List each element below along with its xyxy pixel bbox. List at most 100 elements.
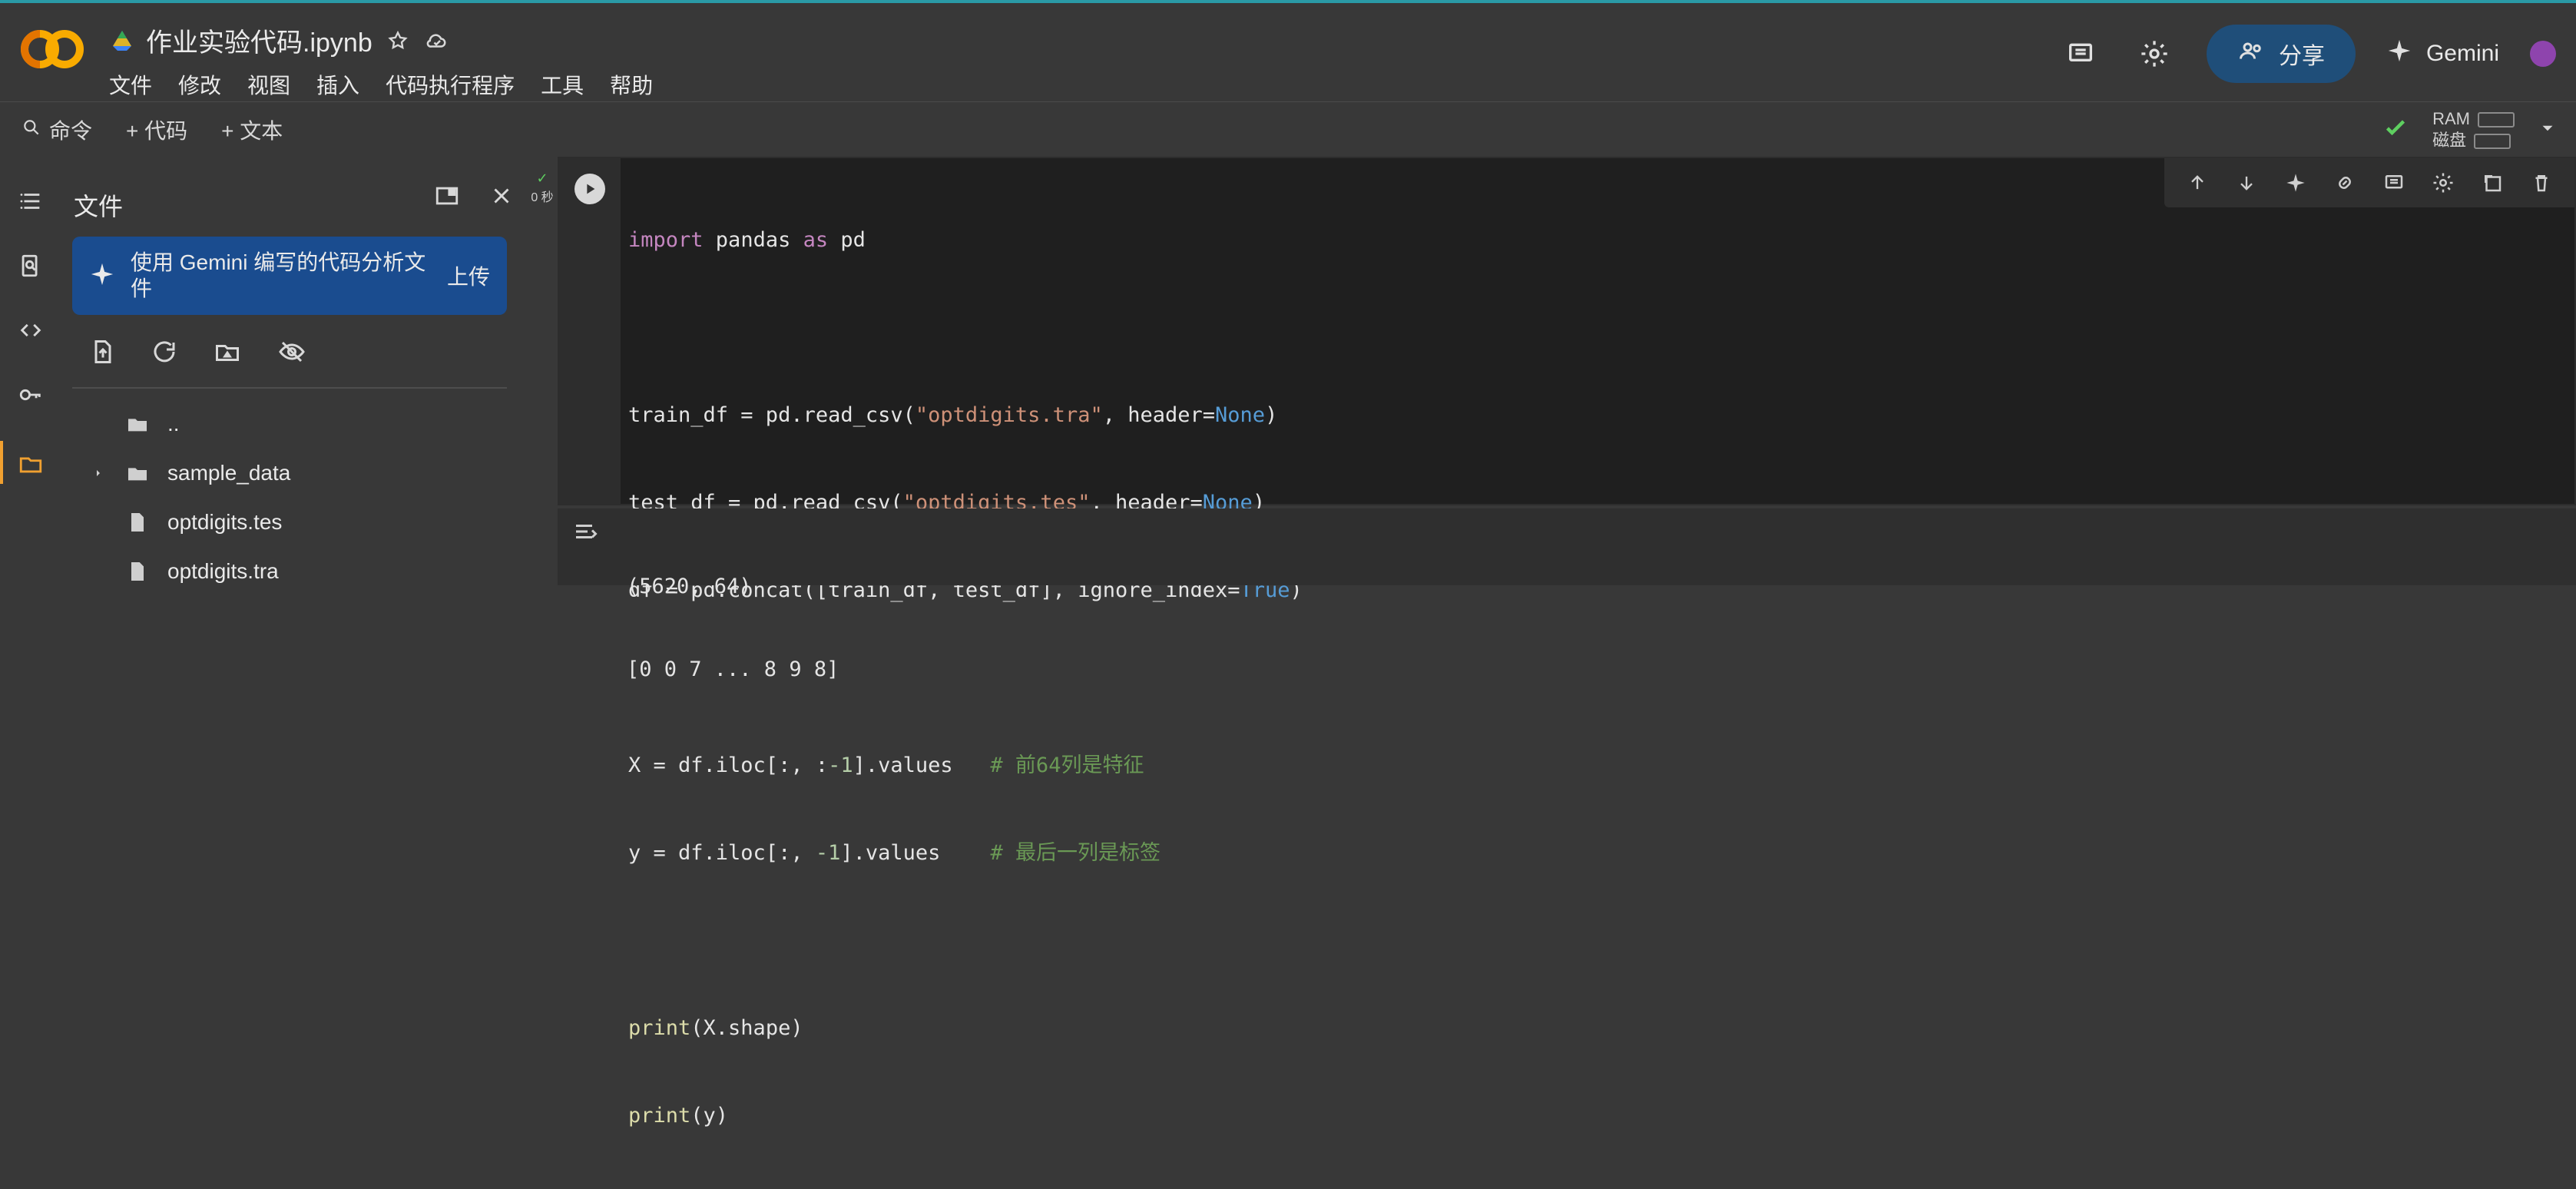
code-line: import pandas as pd (628, 228, 866, 252)
output-text: (5620, 64) [0 0 7 ... 8 9 8] (627, 518, 839, 739)
ram-label: RAM (2432, 109, 2470, 128)
tree-item-label: optdigits.tra (167, 559, 279, 583)
notebook-area: ✓ 0 秒 import pandas as pd train_df = pd.… (522, 157, 2576, 1128)
file-icon (121, 509, 154, 535)
code-line: X = df.iloc[:, :-1].values # 前64列是特征 (628, 753, 1144, 777)
gemini-card-text: 使用 Gemini 编写的代码分析文件 (131, 250, 426, 300)
tree-item-label: sample_data (167, 461, 291, 485)
folder-icon (121, 411, 154, 437)
chevron-down-icon[interactable] (2538, 118, 2558, 142)
code-line: train_df = pd.read_csv("optdigits.tra", … (628, 403, 1278, 427)
search-icon (22, 118, 41, 143)
run-column (559, 158, 621, 504)
delete-icon[interactable] (2528, 170, 2554, 196)
refresh-icon[interactable] (151, 338, 178, 369)
upload-button[interactable]: 上传 (447, 260, 490, 291)
gear-icon[interactable] (2133, 32, 2176, 75)
check-icon: ✓ (536, 171, 548, 186)
file-icon (121, 558, 154, 585)
menu-bar: 文件 修改 视图 插入 代码执行程序 工具 帮助 (109, 69, 653, 100)
ram-disk-indicator[interactable]: RAM 磁盘 (2432, 108, 2515, 151)
arrow-down-icon[interactable] (2233, 170, 2260, 196)
ram-bar (2478, 112, 2515, 128)
output-icon[interactable] (570, 516, 601, 547)
tree-item-optdigits-tra[interactable]: optdigits.tra (89, 547, 519, 596)
add-code-button[interactable]: + 代码 (126, 114, 187, 145)
header-actions: 分享 Gemini (2059, 23, 2576, 84)
cell-toolbar (2164, 158, 2574, 207)
files-panel-actions (432, 183, 515, 213)
code-icon[interactable] (15, 315, 46, 346)
code-line: y = df.iloc[:, -1].values # 最后一列是标签 (628, 841, 1161, 865)
people-icon (2237, 37, 2265, 71)
disk-bar (2474, 134, 2511, 150)
code-line: print(y) (628, 1104, 729, 1128)
chevron-right-icon[interactable] (89, 467, 108, 479)
tree-item-optdigits-tes[interactable]: optdigits.tes (89, 498, 519, 547)
colab-logo[interactable] (20, 26, 84, 72)
files-toolbar (89, 338, 307, 369)
tree-item-label: optdigits.tes (167, 510, 283, 534)
title-row: 作业实验代码.ipynb (111, 22, 449, 59)
menu-insert[interactable]: 插入 (316, 69, 359, 100)
hide-files-icon[interactable] (276, 338, 307, 369)
link-icon[interactable] (2332, 170, 2358, 196)
files-title: 文件 (74, 193, 124, 220)
active-indicator (0, 441, 3, 484)
cell-output: (5620, 64) [0 0 7 ... 8 9 8] (558, 508, 2576, 681)
gear-icon[interactable] (2430, 170, 2456, 196)
command-search[interactable]: 命令 (22, 114, 92, 145)
menu-tools[interactable]: 工具 (541, 69, 584, 100)
menu-help[interactable]: 帮助 (610, 69, 653, 100)
add-text-button[interactable]: + 文本 (221, 114, 283, 145)
top-header: 作业实验代码.ipynb 文件 修改 视图 插入 代码执行程序 工具 帮助 分享 (0, 0, 2576, 101)
output-line: (5620, 64) (627, 575, 752, 598)
files-panel: 文件 使用 Gemini 编写的代码分析文件 上传 .. sample_data… (61, 157, 524, 627)
add-code-label: + 代码 (126, 119, 188, 143)
sparkle-icon (89, 261, 115, 291)
divider (72, 387, 507, 389)
notebook-toolbar: 命令 + 代码 + 文本 RAM 磁盘 (0, 101, 2576, 158)
gemini-label: Gemini (2425, 41, 2499, 66)
comment-icon[interactable] (2381, 170, 2407, 196)
code-cell[interactable]: import pandas as pd train_df = pd.read_c… (558, 157, 2576, 1128)
disk-label: 磁盘 (2432, 131, 2467, 150)
upload-file-icon[interactable] (89, 338, 117, 369)
menu-file[interactable]: 文件 (109, 69, 152, 100)
sparkle-icon[interactable] (2283, 170, 2309, 196)
search-doc-icon[interactable] (15, 250, 46, 281)
comment-icon[interactable] (2059, 32, 2102, 75)
drive-icon (111, 29, 134, 52)
arrow-up-icon[interactable] (2184, 170, 2210, 196)
add-text-label: + 文本 (221, 119, 283, 143)
share-label: 分享 (2278, 44, 2325, 69)
runtime-status: RAM 磁盘 (2382, 108, 2558, 151)
open-in-tab-icon[interactable] (2479, 170, 2505, 196)
avatar[interactable] (2530, 41, 2556, 67)
menu-view[interactable]: 视图 (247, 69, 290, 100)
folder-icon[interactable] (15, 449, 46, 479)
key-icon[interactable] (15, 379, 46, 410)
left-rail (0, 157, 62, 627)
gemini-analyze-card[interactable]: 使用 Gemini 编写的代码分析文件 上传 (72, 237, 507, 315)
cell-gutter: ✓ 0 秒 (522, 157, 556, 627)
close-icon[interactable] (488, 183, 515, 213)
menu-edit[interactable]: 修改 (178, 69, 221, 100)
execution-status: ✓ 0 秒 (528, 171, 556, 205)
cloud-icon[interactable] (423, 28, 449, 54)
open-in-tab-icon[interactable] (432, 183, 462, 213)
menu-runtime[interactable]: 代码执行程序 (386, 69, 515, 100)
tree-item-label: .. (167, 412, 180, 436)
mount-drive-icon[interactable] (212, 338, 243, 369)
gemini-button[interactable]: Gemini (2386, 38, 2499, 70)
tree-item-sample-data[interactable]: sample_data (89, 449, 519, 498)
star-icon[interactable] (385, 28, 411, 54)
share-button[interactable]: 分享 (2206, 25, 2356, 83)
notebook-title[interactable]: 作业实验代码.ipynb (146, 22, 372, 59)
toc-icon[interactable] (15, 186, 46, 217)
folder-icon (121, 460, 154, 486)
tree-item-parent[interactable]: .. (89, 399, 519, 449)
run-cell-button[interactable] (574, 174, 605, 204)
